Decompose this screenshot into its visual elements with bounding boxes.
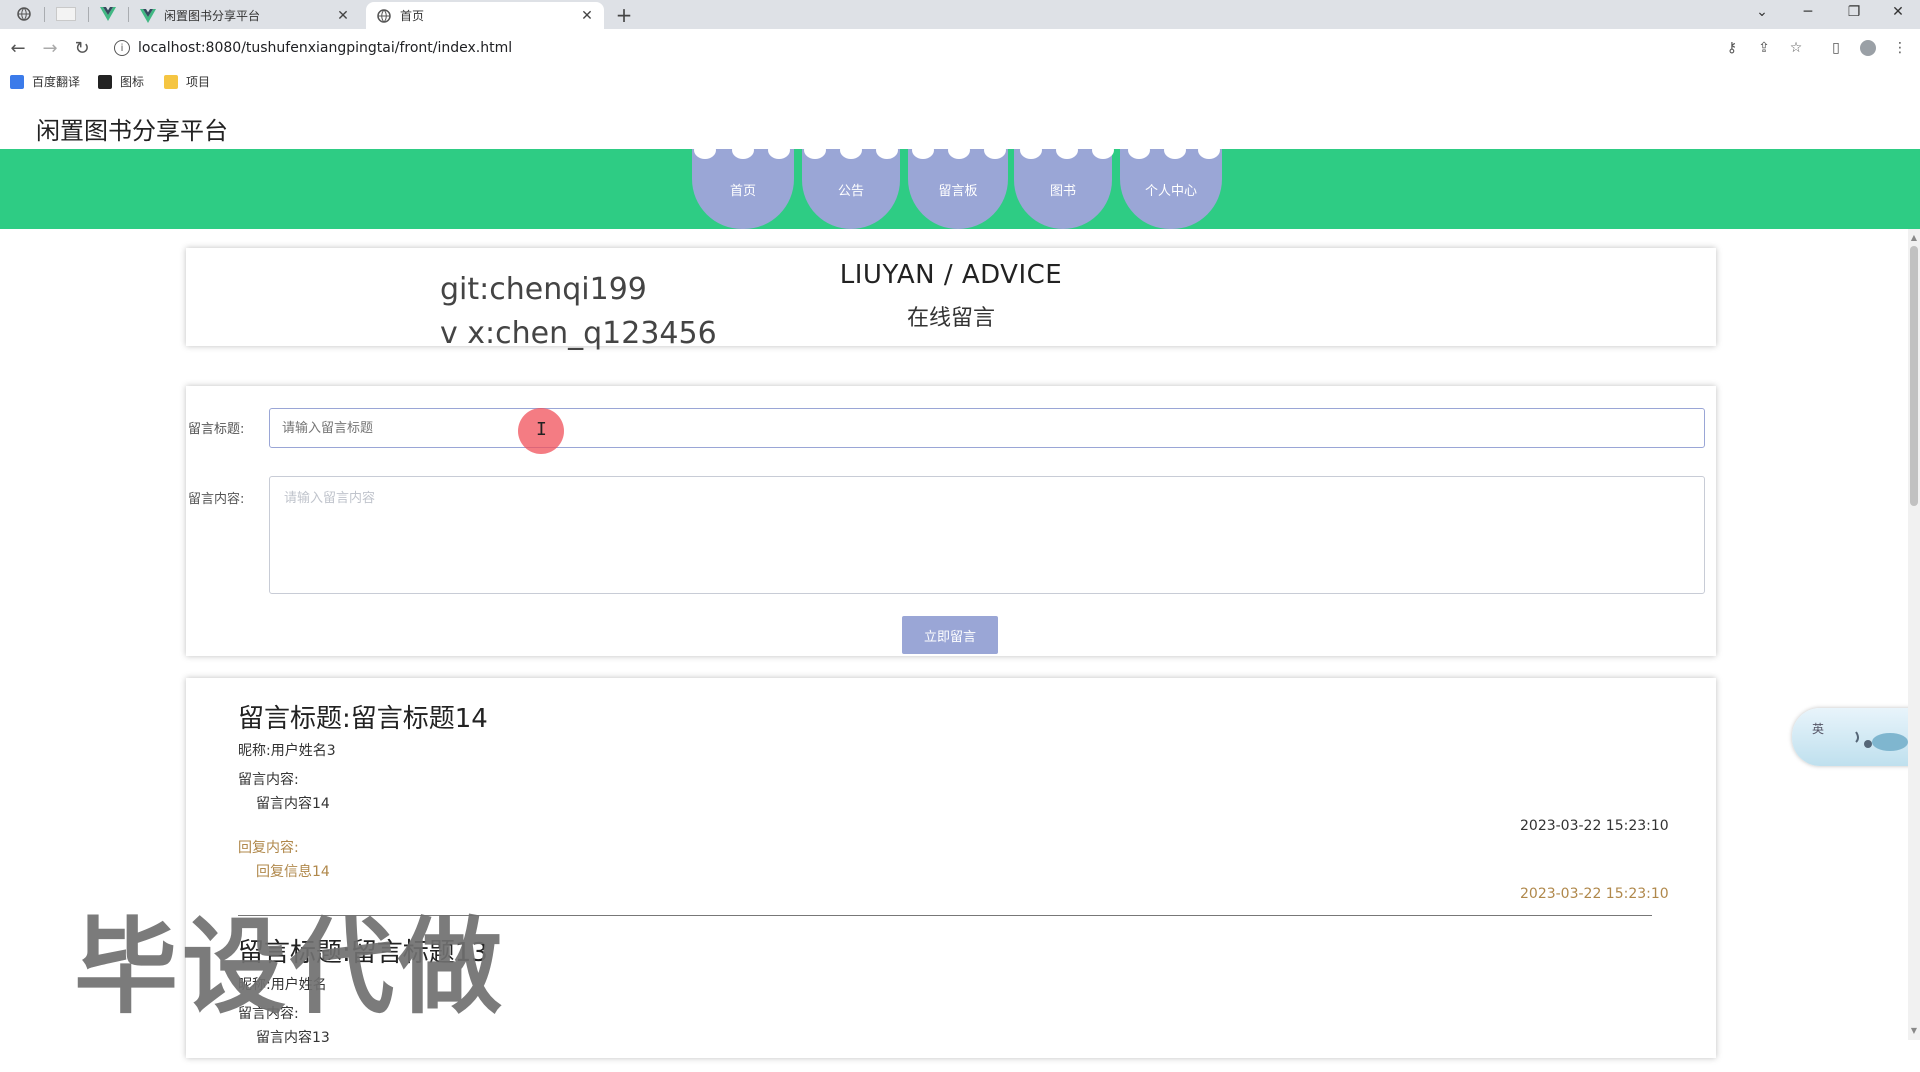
nav-bubble — [984, 141, 1006, 159]
nav-bubble — [912, 141, 934, 159]
watermark: 毕设代做 — [74, 906, 507, 1028]
profile-icon[interactable] — [1858, 38, 1878, 58]
share-icon[interactable]: ⇪ — [1754, 38, 1774, 58]
reply-time: 2023-03-22 15:23:10 — [1520, 886, 1669, 902]
advice-header-card: LIUYAN / ADVICE 在线留言 git:chenqi199 v x:c… — [186, 248, 1716, 351]
site-title: 闲置图书分享平台 — [36, 117, 228, 145]
close-icon[interactable]: ✕ — [578, 7, 596, 25]
overlay-text-git: git:chenqi199 — [440, 272, 647, 307]
scroll-up-arrow[interactable]: ▲ — [1908, 231, 1920, 243]
minimize-button[interactable]: ─ — [1786, 0, 1830, 24]
decoration-icon — [1855, 731, 1908, 751]
vue-icon — [140, 8, 156, 23]
vue-icon — [100, 7, 116, 21]
omnibox[interactable]: i localhost:8080/tushufenxiangpingtai/fr… — [108, 33, 1788, 63]
floating-widget[interactable]: 英 — [1792, 708, 1920, 766]
text-cursor-icon: I — [536, 419, 547, 440]
restore-button[interactable]: ❐ — [1832, 0, 1876, 24]
side-panel-icon[interactable]: ▯ — [1826, 38, 1846, 58]
tab-search-icon[interactable] — [6, 3, 42, 25]
scroll-thumb[interactable] — [1910, 246, 1918, 506]
globe-icon — [377, 8, 391, 23]
reply-content: 回复信息14 — [256, 864, 330, 880]
key-icon[interactable]: ⚷ — [1722, 38, 1742, 58]
content-placeholder: 请输入留言内容 — [284, 491, 376, 506]
nav-bubble — [1020, 141, 1042, 159]
forward-button[interactable]: → — [38, 36, 62, 60]
nav-bubble — [840, 141, 862, 159]
image-icon — [98, 74, 112, 89]
star-icon[interactable]: ☆ — [1786, 38, 1806, 58]
nav-bubble — [1198, 141, 1220, 159]
reply-label: 回复内容: — [238, 840, 299, 856]
bookmark-baidu-translate[interactable]: 百度翻译 — [10, 73, 80, 90]
pinned-tab[interactable] — [48, 3, 84, 25]
nav-bubble — [694, 141, 716, 159]
browser-tab-strip: 闲置图书分享平台 ✕ 首页 ✕ + ⌄ ─ ❐ ✕ — [0, 0, 1920, 29]
tab-title: 首页 — [400, 9, 425, 23]
site-info-icon[interactable]: i — [114, 40, 130, 56]
submit-message-button[interactable]: 立即留言 — [902, 616, 998, 654]
tab-search-button[interactable]: ⌄ — [1740, 0, 1784, 24]
nav-bubble — [1128, 141, 1150, 159]
nav-bubble — [1092, 141, 1114, 159]
advice-subtitle: 在线留言 — [906, 306, 995, 331]
translate-icon — [10, 74, 24, 89]
nav-bubble — [1056, 141, 1078, 159]
bookmark-icons[interactable]: 图标 — [98, 73, 144, 90]
nav-bubble — [804, 141, 826, 159]
bookmark-label: 图标 — [120, 75, 145, 89]
vue-tab[interactable] — [90, 3, 126, 25]
widget-label: 英 — [1812, 722, 1825, 736]
bookmark-label: 项目 — [186, 75, 211, 89]
nav-bubble — [1164, 141, 1186, 159]
overlay-text-wechat: v x:chen_q123456 — [440, 316, 717, 351]
url-text[interactable]: localhost:8080/tushufenxiangpingtai/fron… — [138, 40, 512, 56]
reload-button[interactable]: ↻ — [70, 36, 94, 60]
title-input[interactable] — [269, 408, 1705, 448]
nav-bubble — [768, 141, 790, 159]
bookmarks-bar: 百度翻译 图标 项目 — [0, 67, 1920, 99]
bookmark-label: 百度翻译 — [32, 75, 81, 89]
scroll-down-arrow[interactable]: ▼ — [1908, 1024, 1920, 1036]
menu-icon[interactable]: ⋮ — [1890, 38, 1910, 58]
advice-title: LIUYAN / ADVICE — [839, 260, 1063, 290]
address-bar-row: ← → ↻ i localhost:8080/tushufenxiangping… — [0, 29, 1920, 67]
tab-title: 闲置图书分享平台 — [164, 9, 261, 23]
window-close-button[interactable]: ✕ — [1876, 0, 1920, 24]
bookmark-folder-project[interactable]: 项目 — [164, 73, 210, 90]
folder-icon — [164, 74, 178, 89]
back-button[interactable]: ← — [6, 36, 30, 60]
nav-bubble — [948, 141, 970, 159]
message-title: 留言标题:留言标题14 — [238, 704, 488, 734]
message-time: 2023-03-22 15:23:10 — [1520, 818, 1669, 834]
close-icon[interactable]: ✕ — [334, 7, 352, 25]
content-textarea[interactable]: 请输入留言内容 — [269, 476, 1705, 594]
pinned-tab-icon — [56, 7, 76, 21]
nav-bubble — [732, 141, 754, 159]
message-nickname: 昵称:用户姓名3 — [238, 743, 336, 759]
title-label: 留言标题: — [188, 422, 245, 437]
new-tab-button[interactable]: + — [612, 3, 636, 27]
content-label: 留言内容: — [188, 492, 245, 507]
message-content: 留言内容14 — [256, 796, 330, 812]
message-content-label: 留言内容: — [238, 772, 299, 788]
nav-bubble — [876, 141, 898, 159]
tab-home[interactable]: 首页 ✕ — [366, 2, 604, 29]
tab-platform[interactable]: 闲置图书分享平台 ✕ — [130, 2, 360, 29]
message-form-card: 留言标题: 留言内容: 请输入留言内容 立即留言 — [186, 386, 1716, 656]
